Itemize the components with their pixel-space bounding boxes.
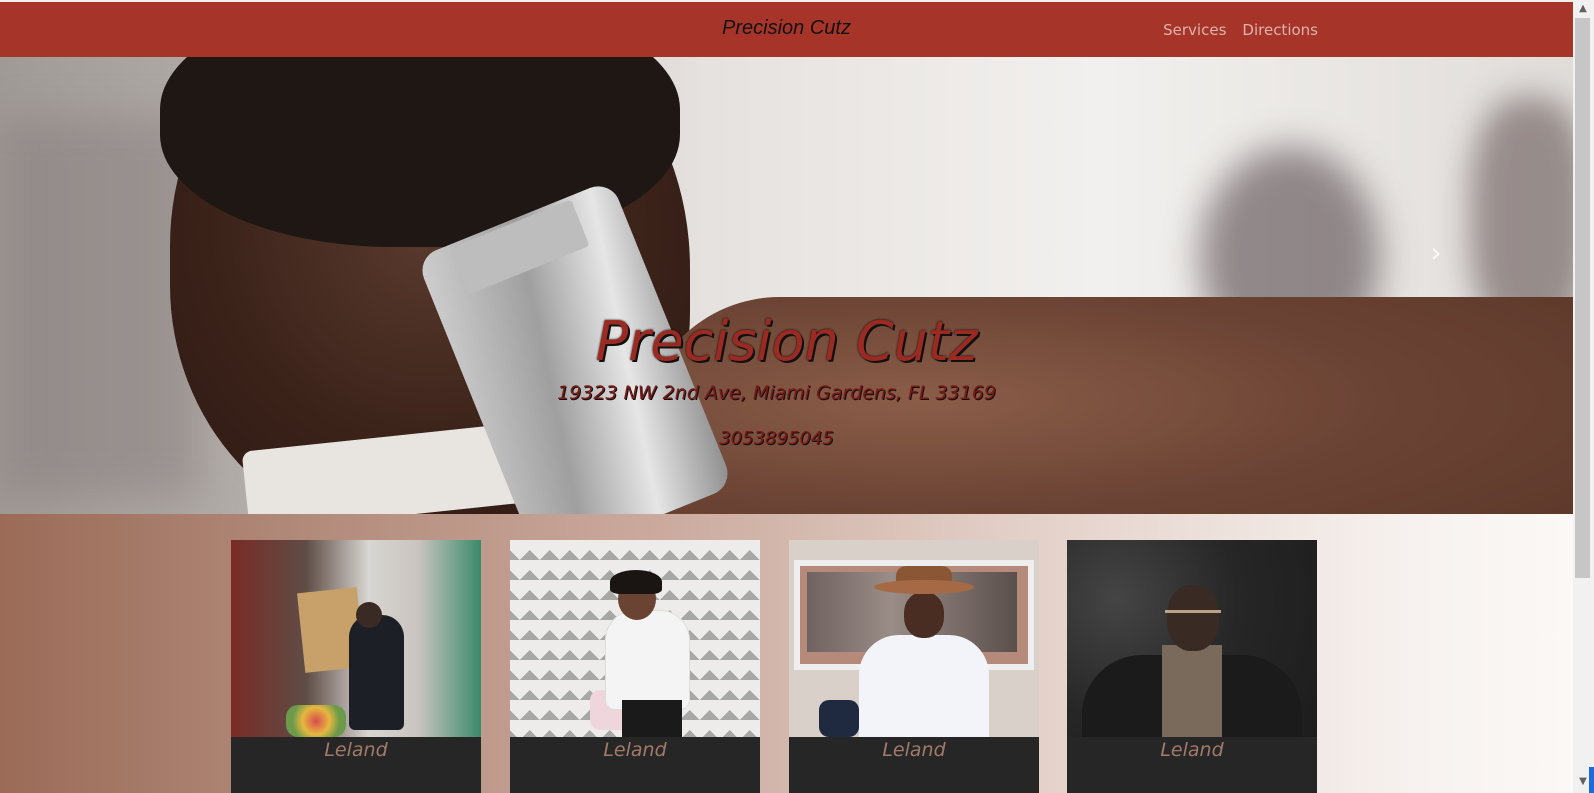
nav-link-directions[interactable]: Directions	[1242, 21, 1318, 39]
photo-shape	[874, 580, 974, 594]
chevron-right-icon[interactable]: ›	[1424, 238, 1448, 268]
hero-carousel: Precision Cutz 19323 NW 2nd Ave, Miami G…	[0, 57, 1573, 514]
photo-shape	[286, 705, 346, 737]
scroll-up-arrow-icon[interactable]: ▲	[1577, 3, 1589, 14]
barber-name: Leland	[231, 737, 481, 793]
barber-photo	[510, 540, 760, 737]
photo-shape	[904, 592, 944, 638]
photo-shape	[819, 700, 859, 737]
barber-name: Leland	[1067, 737, 1317, 793]
barber-card[interactable]: Leland	[789, 540, 1039, 793]
barber-card[interactable]: Leland	[510, 540, 760, 793]
navbar-brand[interactable]: Precision Cutz	[0, 17, 1573, 40]
barbers-section: Leland Leland Leland Leland	[0, 514, 1573, 793]
barber-photo	[231, 540, 481, 737]
nav-links: Services Directions	[1163, 21, 1318, 39]
photo-shape	[605, 610, 690, 710]
photo-shape	[1165, 610, 1221, 620]
barber-name: Leland	[510, 737, 760, 793]
window-edge-accent	[1589, 767, 1594, 793]
photo-shape	[1162, 645, 1222, 737]
photo-shape	[349, 615, 404, 730]
barber-card[interactable]: Leland	[231, 540, 481, 793]
nav-link-services[interactable]: Services	[1163, 21, 1226, 39]
barber-photo	[789, 540, 1039, 737]
photo-shape	[622, 700, 682, 737]
hero-phone: 3053895045	[719, 428, 834, 449]
barber-photo	[1067, 540, 1317, 737]
hero-title: Precision Cutz	[595, 310, 978, 373]
scrollbar-thumb[interactable]	[1575, 18, 1590, 578]
scroll-down-arrow-icon[interactable]: ▼	[1577, 776, 1589, 787]
photo-shape	[610, 570, 662, 594]
photo-shape	[356, 602, 382, 628]
barber-name: Leland	[789, 737, 1039, 793]
hero-address: 19323 NW 2nd Ave, Miami Gardens, FL 3316…	[557, 382, 996, 404]
photo-shape	[859, 635, 989, 737]
top-navbar: Precision Cutz Services Directions	[0, 2, 1573, 57]
barber-card[interactable]: Leland	[1067, 540, 1317, 793]
